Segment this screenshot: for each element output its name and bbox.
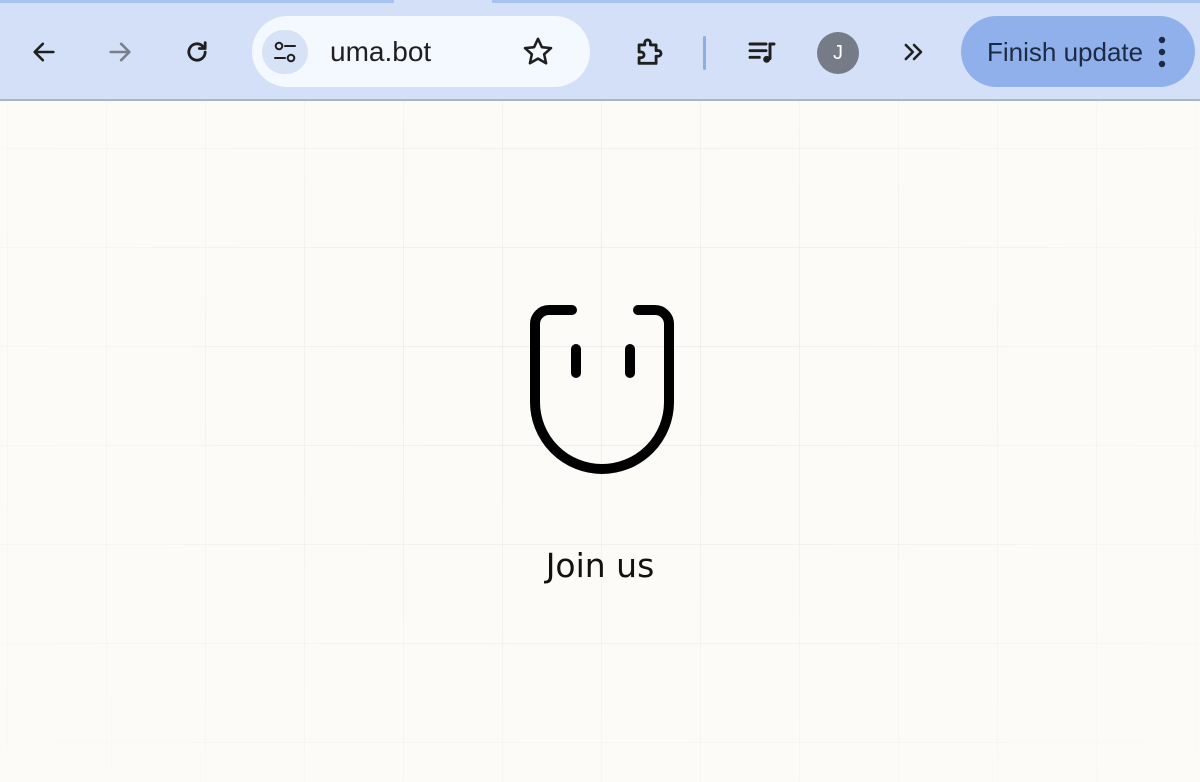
chevron-double-right-icon: [904, 43, 923, 61]
page-content: Join us: [0, 101, 1200, 782]
site-info-button[interactable]: [262, 30, 308, 74]
toolbar-divider: [703, 36, 706, 70]
join-us-link[interactable]: Join us: [0, 546, 1200, 586]
tune-icon: [274, 41, 296, 63]
finish-update-label: Finish update: [987, 37, 1144, 67]
url-text[interactable]: uma.bot: [330, 35, 431, 69]
reload-button[interactable]: [175, 32, 219, 72]
playlist-icon: [748, 42, 776, 63]
reload-icon: [187, 41, 207, 62]
join-us-label: Join us: [545, 546, 655, 585]
smiley-cup-logo: [530, 305, 674, 474]
tabstrip-edge: [0, 0, 394, 3]
tabstrip-edge: [492, 0, 1200, 3]
finish-update-button[interactable]: Finish update: [961, 16, 1195, 87]
forward-button[interactable]: [98, 32, 142, 72]
browser-menu-button[interactable]: [1153, 34, 1171, 70]
address-bar[interactable]: uma.bot: [252, 16, 590, 87]
puzzle-icon: [637, 38, 663, 65]
extensions-button[interactable]: [626, 30, 672, 74]
overflow-button[interactable]: [892, 32, 936, 72]
arrow-left-icon: [33, 42, 55, 62]
media-controls-button[interactable]: [740, 31, 784, 73]
arrow-right-icon: [109, 42, 131, 62]
star-icon: [523, 37, 553, 65]
uma-logo: [525, 301, 680, 476]
profile-avatar[interactable]: J: [817, 32, 859, 74]
back-button[interactable]: [22, 32, 66, 72]
kebab-icon: [1158, 36, 1166, 68]
bookmark-button[interactable]: [520, 34, 556, 70]
browser-toolbar: uma.bot J Finish update: [0, 0, 1200, 101]
